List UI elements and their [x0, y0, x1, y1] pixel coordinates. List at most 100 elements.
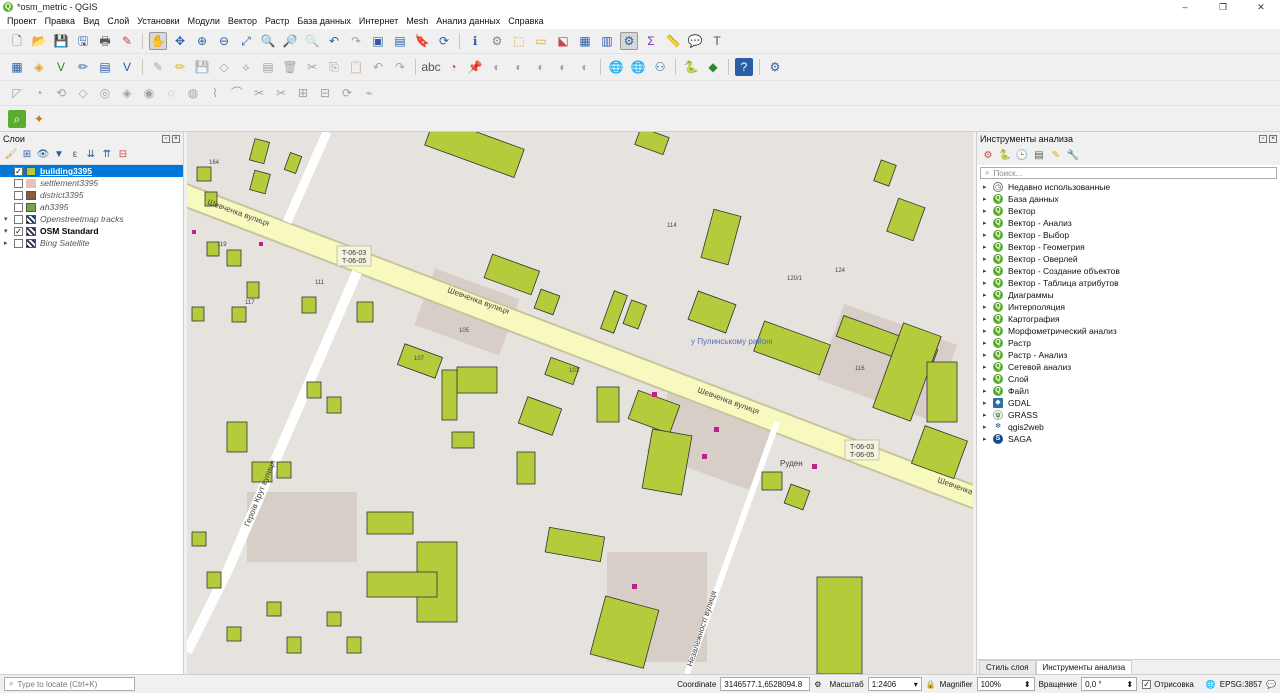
menu-edit[interactable]: Правка	[41, 14, 79, 29]
menu-help[interactable]: Справка	[504, 14, 547, 29]
models-icon[interactable]: ⚙	[981, 149, 995, 163]
cut-icon[interactable]: ✂	[303, 58, 321, 76]
tree-item-vector-analysis[interactable]: ▸ Q Вектор - Анализ	[977, 217, 1280, 229]
reshape-icon[interactable]: ⌇	[206, 84, 224, 102]
float-panel-button[interactable]: ▫	[162, 135, 170, 143]
layer-checkbox[interactable]	[14, 190, 23, 200]
split-features-icon[interactable]: ✂	[250, 84, 268, 102]
expand-arrow-icon[interactable]: ▾	[4, 215, 14, 223]
tree-item-file[interactable]: ▸ Q Файл	[977, 385, 1280, 397]
paste-icon[interactable]: 📋	[347, 58, 365, 76]
menu-mesh[interactable]: Mesh	[402, 14, 432, 29]
rotate-label-icon[interactable]: ◐	[532, 58, 550, 76]
tab-processing-toolbox[interactable]: Инструменты анализа	[1035, 660, 1133, 674]
expand-arrow-icon[interactable]: ▸	[4, 239, 14, 247]
style-manager-icon[interactable]: ✎	[118, 32, 136, 50]
map-canvas[interactable]: Шевченка вулиця Шевченка вулиця Шевченка…	[187, 132, 973, 674]
layer-row-osm-tracks[interactable]: ▾ Openstreetmap tracks	[0, 213, 183, 225]
layer-row-settlement3395[interactable]: settlement3395	[0, 177, 183, 189]
processing-toolbox-icon[interactable]: ⚙	[620, 32, 638, 50]
plugin-icon[interactable]: ⚙	[766, 58, 784, 76]
simplify-icon[interactable]: ◇	[74, 84, 92, 102]
save-as-icon[interactable]: 🖫	[74, 32, 92, 50]
new-project-icon[interactable]: 🗋	[8, 32, 26, 50]
data-source-manager-icon[interactable]: ▦	[8, 58, 26, 76]
fill-ring-icon[interactable]: ◉	[140, 84, 158, 102]
python-console-icon[interactable]: 🐍	[682, 58, 700, 76]
metasearch-icon[interactable]: 🌐	[607, 58, 625, 76]
expand-all-icon[interactable]: ⇊	[84, 148, 98, 162]
attribute-table-icon[interactable]: ▦	[576, 32, 594, 50]
menu-settings[interactable]: Установки	[133, 14, 183, 29]
zoom-last-icon[interactable]: ↶	[325, 32, 343, 50]
layer-checkbox[interactable]	[14, 178, 23, 188]
layer-style-icon[interactable]: 🖌	[4, 148, 18, 162]
save-project-icon[interactable]: 💾	[52, 32, 70, 50]
tree-item-cartography[interactable]: ▸ Q Картография	[977, 313, 1280, 325]
zoom-in-icon[interactable]: ⊕	[193, 32, 211, 50]
measure-icon[interactable]: 📏	[664, 32, 682, 50]
save-edits-icon[interactable]: 💾	[193, 58, 211, 76]
lock-scale-icon[interactable]: 🔒	[926, 680, 936, 689]
tree-item-raster[interactable]: ▸ Q Растр	[977, 337, 1280, 349]
add-vector-icon[interactable]: V	[52, 58, 70, 76]
layer-checkbox[interactable]	[14, 238, 23, 248]
tree-item-vector-geometry[interactable]: ▸ Q Вектор - Геометрия	[977, 241, 1280, 253]
tree-item-vector[interactable]: ▸ Q Вектор	[977, 205, 1280, 217]
tree-item-vector-overlay[interactable]: ▸ Q Вектор - Оверлей	[977, 253, 1280, 265]
pin-labels-icon[interactable]: 📌	[466, 58, 484, 76]
layer-row-district3395[interactable]: district3395	[0, 189, 183, 201]
tracing-icon[interactable]: ⌁	[360, 84, 378, 102]
rotation-spinbox[interactable]: 0,0 ° ⬍	[1081, 677, 1138, 691]
tree-item-raster-analysis[interactable]: ▸ Q Растр - Анализ	[977, 349, 1280, 361]
layer-checkbox[interactable]: ✓	[14, 226, 23, 236]
help-icon[interactable]: ?	[735, 58, 753, 76]
modify-attributes-icon[interactable]: ▤	[259, 58, 277, 76]
virtual-layer-icon[interactable]: V	[118, 58, 136, 76]
expression-filter-icon[interactable]: ε	[68, 148, 82, 162]
tree-item-grass[interactable]: ▸ ψ GRASS	[977, 409, 1280, 421]
zoom-native-icon[interactable]: 🔍	[303, 32, 321, 50]
merge-features-icon[interactable]: ⊞	[294, 84, 312, 102]
locator-input[interactable]: ⌕ Type to locate (Ctrl+K)	[4, 677, 135, 691]
scripts-icon[interactable]: 🐍	[998, 149, 1012, 163]
tree-item-layer[interactable]: ▸ Q Слой	[977, 373, 1280, 385]
remove-layer-icon[interactable]: ⊟	[116, 148, 130, 162]
close-panel-button[interactable]: ×	[1269, 135, 1277, 143]
layer-checkbox[interactable]	[14, 202, 23, 212]
menu-layer[interactable]: Слой	[103, 14, 133, 29]
select-features-icon[interactable]: ⬚	[510, 32, 528, 50]
menu-plugins[interactable]: Модули	[184, 14, 224, 29]
split-parts-icon[interactable]: ✂	[272, 84, 290, 102]
tree-item-interpolation[interactable]: ▸ Q Интерполяция	[977, 301, 1280, 313]
undo-icon[interactable]: ↶	[369, 58, 387, 76]
add-feature-icon[interactable]: ◇	[215, 58, 233, 76]
tab-layer-styling[interactable]: Стиль слоя	[979, 660, 1036, 674]
collapse-all-icon[interactable]: ⇈	[100, 148, 114, 162]
processing-search-input[interactable]: ⌕ Поиск...	[980, 167, 1277, 179]
close-button[interactable]: ✕	[1242, 0, 1280, 14]
zoom-layer-icon[interactable]: 🔎	[281, 32, 299, 50]
print-layout-icon[interactable]: 🖶	[96, 32, 114, 50]
scale-combobox[interactable]: 1:2406 ▾	[867, 677, 922, 691]
label-props-icon[interactable]: ◐	[576, 58, 594, 76]
menu-project[interactable]: Проект	[3, 14, 41, 29]
diagram-icon[interactable]: ◔	[444, 58, 462, 76]
minimize-button[interactable]: –	[1166, 0, 1204, 14]
tree-item-vector-selection[interactable]: ▸ Q Вектор - Выбор	[977, 229, 1280, 241]
menu-vector[interactable]: Вектор	[224, 14, 261, 29]
quickmapservices-icon[interactable]: ⌕	[8, 109, 26, 128]
layer-row-ah3395[interactable]: ah3395	[0, 201, 183, 213]
menu-web[interactable]: Интернет	[355, 14, 402, 29]
delete-selected-icon[interactable]: 🗑	[281, 58, 299, 76]
layer-checkbox[interactable]	[14, 214, 23, 224]
coordinate-field[interactable]: 3146577.1,6528094.8	[720, 677, 811, 691]
label-tool-icon[interactable]: abc	[421, 58, 440, 76]
delete-ring-icon[interactable]: ◌	[162, 84, 180, 102]
redo-icon[interactable]: ↷	[391, 58, 409, 76]
float-panel-button[interactable]: ▫	[1259, 135, 1267, 143]
merge-attributes-icon[interactable]: ⊟	[316, 84, 334, 102]
delete-part-icon[interactable]: ◍	[184, 84, 202, 102]
tree-item-plots[interactable]: ▸ Q Диаграммы	[977, 289, 1280, 301]
history-icon[interactable]: 🕒	[1015, 149, 1029, 163]
